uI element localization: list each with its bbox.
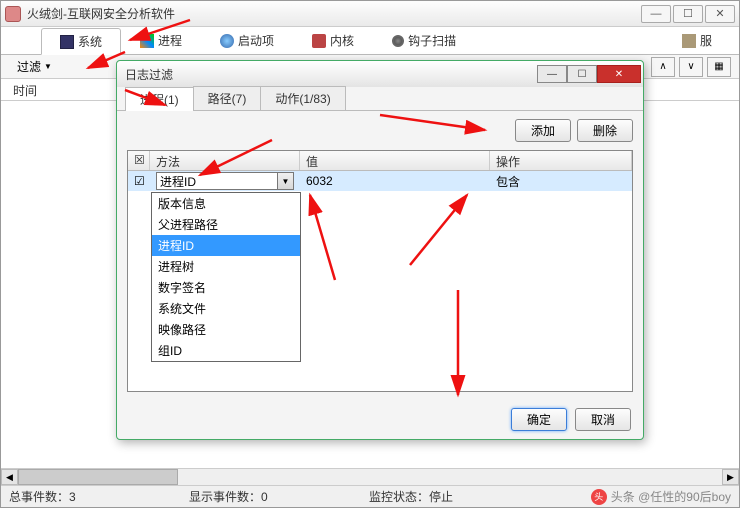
tab-hooks-label: 钩子扫描 (408, 32, 456, 49)
add-button[interactable]: 添加 (515, 119, 571, 142)
dialog-maximize-button[interactable]: ☐ (567, 65, 597, 83)
dialog-body: 添加 删除 ☒ 方法 值 操作 ☑ 进程ID ▼ 6032 包含 (117, 111, 643, 400)
method-combobox[interactable]: 进程ID ▼ (156, 172, 294, 190)
dropdown-option[interactable]: 进程树 (152, 256, 300, 277)
method-dropdown-list[interactable]: 版本信息父进程路径进程ID进程树数字签名系统文件映像路径组ID (151, 192, 301, 362)
op-cell[interactable]: 包含 (490, 173, 632, 190)
tab-hooks[interactable]: 钩子扫描 (373, 27, 475, 54)
dropdown-option[interactable]: 映像路径 (152, 319, 300, 340)
dialog-tab-path[interactable]: 路径(7) (193, 86, 262, 110)
nav-up-button[interactable]: ∧ (651, 57, 675, 77)
kernel-icon (312, 34, 326, 48)
status-bar: 总事件数：3 显示事件数：0 监控状态：停止 头 头条 @任性的90后boy (1, 485, 739, 507)
cancel-button[interactable]: 取消 (575, 408, 631, 431)
close-button[interactable]: ✕ (705, 5, 735, 23)
status-total: 总事件数：3 (9, 488, 149, 505)
dialog-tab-action[interactable]: 动作(1/83) (260, 86, 345, 110)
dialog-titlebar[interactable]: 日志过滤 — ☐ ✕ (117, 61, 643, 87)
watermark-text: 头条 @任性的90后boy (611, 488, 731, 505)
process-icon (140, 34, 154, 48)
watermark-icon: 头 (591, 489, 607, 505)
chevron-down-icon[interactable]: ▼ (277, 173, 293, 189)
dialog-tab-process[interactable]: 进程(1) (125, 87, 194, 111)
grid-header-op[interactable]: 操作 (490, 151, 632, 170)
horizontal-scrollbar[interactable]: ◀ ▶ (1, 468, 739, 485)
method-value: 进程ID (160, 173, 196, 190)
dialog-close-button[interactable]: ✕ (597, 65, 641, 83)
tab-startup-label: 启动项 (238, 32, 274, 49)
window-title: 火绒剑-互联网安全分析软件 (27, 5, 641, 22)
service-icon (682, 34, 696, 48)
dropdown-option[interactable]: 版本信息 (152, 193, 300, 214)
delete-button[interactable]: 删除 (577, 119, 633, 142)
ok-button[interactable]: 确定 (511, 408, 567, 431)
dropdown-option[interactable]: 进程ID (152, 235, 300, 256)
grid-header: ☒ 方法 值 操作 (128, 151, 632, 171)
tab-service[interactable]: 服 (663, 27, 731, 54)
grid-header-method[interactable]: 方法 (150, 151, 300, 170)
hook-icon (392, 35, 404, 47)
log-filter-dialog: 日志过滤 — ☐ ✕ 进程(1) 路径(7) 动作(1/83) 添加 删除 ☒ … (116, 60, 644, 440)
dropdown-option[interactable]: 组ID (152, 340, 300, 361)
tab-system-label: 系统 (78, 33, 102, 50)
dropdown-arrow-icon: ▼ (44, 62, 52, 71)
tab-kernel[interactable]: 内核 (293, 27, 373, 54)
grid-row[interactable]: ☑ 进程ID ▼ 6032 包含 (128, 171, 632, 191)
scroll-left-arrow[interactable]: ◀ (1, 469, 18, 485)
dialog-tabs: 进程(1) 路径(7) 动作(1/83) (117, 87, 643, 111)
dialog-footer: 确定 取消 (117, 400, 643, 439)
tab-system[interactable]: 系统 (41, 28, 121, 55)
value-cell[interactable]: 6032 (300, 174, 490, 188)
dropdown-option[interactable]: 父进程路径 (152, 214, 300, 235)
dialog-minimize-button[interactable]: — (537, 65, 567, 83)
dialog-title: 日志过滤 (125, 66, 537, 83)
status-monitor: 监控状态：停止 (369, 488, 509, 505)
maximize-button[interactable]: ☐ (673, 5, 703, 23)
dropdown-option[interactable]: 数字签名 (152, 277, 300, 298)
tab-process-label: 进程 (158, 32, 182, 49)
tab-process[interactable]: 进程 (121, 27, 201, 54)
grid-header-value[interactable]: 值 (300, 151, 490, 170)
tab-kernel-label: 内核 (330, 32, 354, 49)
app-icon (5, 6, 21, 22)
main-toolbar: 系统 进程 启动项 内核 钩子扫描 服 (1, 27, 739, 55)
filter-grid: ☒ 方法 值 操作 ☑ 进程ID ▼ 6032 包含 版本信息父进程路径进程ID… (127, 150, 633, 392)
scroll-thumb[interactable] (18, 469, 178, 485)
tab-service-label: 服 (700, 32, 712, 49)
filter-dropdown[interactable]: 过滤 ▼ (9, 56, 60, 77)
watermark: 头 头条 @任性的90后boy (591, 488, 731, 505)
row-checkbox[interactable]: ☑ (128, 174, 150, 188)
status-shown: 显示事件数：0 (189, 488, 329, 505)
grid-header-checkbox[interactable]: ☒ (128, 151, 150, 170)
main-titlebar: 火绒剑-互联网安全分析软件 — ☐ ✕ (1, 1, 739, 27)
filter-label: 过滤 (17, 58, 41, 75)
scroll-right-arrow[interactable]: ▶ (722, 469, 739, 485)
system-icon (60, 35, 74, 49)
tab-startup[interactable]: 启动项 (201, 27, 293, 54)
dropdown-option[interactable]: 系统文件 (152, 298, 300, 319)
startup-icon (220, 34, 234, 48)
view-grid-button[interactable]: ▦ (707, 57, 731, 77)
minimize-button[interactable]: — (641, 5, 671, 23)
nav-down-button[interactable]: ∨ (679, 57, 703, 77)
